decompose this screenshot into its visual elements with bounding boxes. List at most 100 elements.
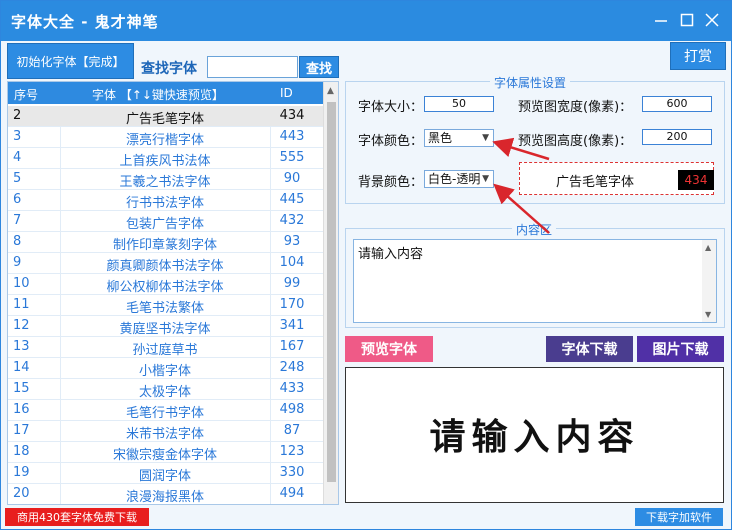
scroll-down-icon[interactable]: ▼ [705, 310, 711, 319]
font-color-value: 黑色 [428, 131, 453, 145]
row-font-name: 广告毛笔字体 [125, 112, 204, 127]
row-font-id: 445 [279, 192, 305, 207]
row-font-name: 包装广告字体 [125, 217, 204, 232]
download-image-button[interactable]: 图片下载 [637, 336, 724, 362]
scroll-up-icon[interactable]: ▲ [327, 86, 334, 96]
font-list-row[interactable]: 2 广告毛笔字体 434 [8, 106, 323, 127]
row-font-id: 330 [279, 465, 305, 480]
row-font-name: 上首疾风书法体 [119, 154, 211, 169]
font-size-input[interactable]: 50 [424, 96, 494, 112]
app-window: 字体大全 - 鬼才神笔 初始化字体【完成】 查找字体 查找 打赏 序号 字体 【… [0, 0, 732, 530]
font-list-scrollbar[interactable]: ▲ [323, 82, 338, 504]
row-font-id: 555 [279, 150, 305, 165]
header-font[interactable]: 字体 【↑↓键快速预览】 [92, 86, 224, 103]
row-number: 6 [13, 192, 22, 207]
row-number: 10 [13, 276, 30, 291]
preview-height-label: 预览图高度(像素)： [518, 134, 633, 149]
font-list-row[interactable]: 16 毛笔行书字体 498 [8, 400, 323, 421]
font-list-row[interactable]: 6 行书书法字体 445 [8, 190, 323, 211]
font-list-row[interactable]: 10 柳公权柳体书法字体 99 [8, 274, 323, 295]
font-list-row[interactable]: 12 黄庭坚书法字体 341 [8, 316, 323, 337]
properties-title: 字体属性设置 [490, 74, 571, 91]
font-list-row[interactable]: 15 太极字体 433 [8, 379, 323, 400]
row-font-name: 毛笔书法繁体 [125, 301, 204, 316]
download-font-button[interactable]: 字体下载 [546, 336, 633, 362]
row-font-name: 孙过庭草书 [132, 343, 198, 358]
font-list-row[interactable]: 14 小楷字体 248 [8, 358, 323, 379]
row-font-id: 99 [283, 276, 301, 291]
mini-preview-id: 434 [678, 170, 714, 190]
bg-color-label: 背景颜色： [358, 175, 424, 190]
row-font-id: 443 [279, 129, 305, 144]
mini-preview: 广告毛笔字体 434 [519, 162, 714, 195]
row-font-name: 圆润字体 [138, 469, 191, 484]
row-number: 2 [13, 108, 22, 123]
row-font-name: 浪漫海报黑体 [125, 490, 204, 505]
find-button[interactable]: 查找 [299, 56, 339, 78]
font-list-row[interactable]: 20 浪漫海报黑体 494 [8, 484, 323, 505]
row-font-id: 248 [279, 360, 305, 375]
font-size-label: 字体大小： [358, 100, 424, 115]
row-font-name: 颜真卿颜体书法字体 [106, 259, 224, 274]
bg-color-value: 白色-透明 [428, 172, 481, 186]
font-list-row[interactable]: 18 宋徽宗瘦金体字体 123 [8, 442, 323, 463]
font-list-rows: 2 广告毛笔字体 434 3 漂亮行楷字体 443 4 上首疾风书法体 555 5 王羲之书法字体 9… [8, 106, 323, 505]
preview-width-label: 预览图宽度(像素)： [518, 100, 633, 115]
font-list-row[interactable]: 5 王羲之书法字体 90 [8, 169, 323, 190]
row-number: 18 [13, 444, 30, 459]
font-color-label: 字体颜色： [358, 134, 424, 149]
find-font-input[interactable] [207, 56, 298, 78]
row-font-id: 90 [283, 171, 301, 186]
preview-width-input[interactable]: 600 [642, 96, 712, 112]
row-font-id: 123 [279, 444, 305, 459]
font-list-row[interactable]: 4 上首疾风书法体 555 [8, 148, 323, 169]
header-id[interactable]: ID [280, 86, 293, 100]
download-software-link[interactable]: 下载字加软件 [635, 508, 723, 526]
init-fonts-button[interactable]: 初始化字体【完成】 [7, 43, 134, 79]
bg-color-select[interactable]: 白色-透明 ▼ [424, 170, 494, 188]
maximize-icon[interactable] [678, 11, 696, 29]
row-number: 12 [13, 318, 30, 333]
font-list[interactable]: 序号 字体 【↑↓键快速预览】 ID 2 广告毛笔字体 434 3 漂亮行楷字体 443 4… [7, 81, 339, 505]
preview-canvas: 请输入内容 [345, 367, 724, 503]
minimize-icon[interactable] [652, 11, 670, 29]
preview-font-button[interactable]: 预览字体 [345, 336, 433, 362]
font-list-row[interactable]: 7 包装广告字体 432 [8, 211, 323, 232]
row-font-id: 432 [279, 213, 305, 228]
header-no[interactable]: 序号 [14, 86, 38, 103]
row-font-id: 494 [279, 486, 305, 501]
window-title: 字体大全 - 鬼才神笔 [11, 13, 159, 31]
content-group: 内容区 请输入内容 ▲ ▼ [345, 221, 725, 328]
row-number: 13 [13, 339, 30, 354]
title-bar: 字体大全 - 鬼才神笔 [1, 1, 731, 41]
close-icon[interactable] [703, 11, 721, 29]
font-list-row[interactable]: 9 颜真卿颜体书法字体 104 [8, 253, 323, 274]
font-list-row[interactable]: 19 圆润字体 330 [8, 463, 323, 484]
font-properties-group: 字体属性设置 字体大小： 50 预览图宽度(像素)： 600 字体颜色： 黑色 … [345, 74, 725, 204]
row-number: 17 [13, 423, 30, 438]
font-list-row[interactable]: 17 米芾书法字体 87 [8, 421, 323, 442]
find-font-label: 查找字体 [141, 61, 197, 77]
scroll-up-icon[interactable]: ▲ [705, 243, 711, 252]
textarea-scrollbar[interactable]: ▲ ▼ [702, 240, 716, 322]
row-number: 9 [13, 255, 22, 270]
row-font-name: 柳公权柳体书法字体 [106, 280, 224, 295]
font-list-row[interactable]: 11 毛笔书法繁体 170 [8, 295, 323, 316]
row-font-name: 行书书法字体 [125, 196, 204, 211]
font-list-row[interactable]: 3 漂亮行楷字体 443 [8, 127, 323, 148]
font-list-row[interactable]: 8 制作印章篆刻字体 93 [8, 232, 323, 253]
row-font-id: 87 [283, 423, 301, 438]
row-font-name: 小楷字体 [138, 364, 191, 379]
row-font-id: 104 [279, 255, 305, 270]
scroll-thumb[interactable] [327, 102, 336, 482]
row-number: 14 [13, 360, 30, 375]
font-color-select[interactable]: 黑色 ▼ [424, 129, 494, 147]
chevron-down-icon: ▼ [482, 174, 489, 184]
row-font-id: 170 [279, 297, 305, 312]
preview-height-input[interactable]: 200 [642, 129, 712, 145]
free-download-link[interactable]: 商用430套字体免费下载 [5, 508, 149, 526]
font-list-row[interactable]: 13 孙过庭草书 167 [8, 337, 323, 358]
row-font-name: 太极字体 [138, 385, 191, 400]
tip-button[interactable]: 打赏 [670, 42, 726, 70]
content-textarea[interactable]: 请输入内容 ▲ ▼ [353, 239, 717, 323]
